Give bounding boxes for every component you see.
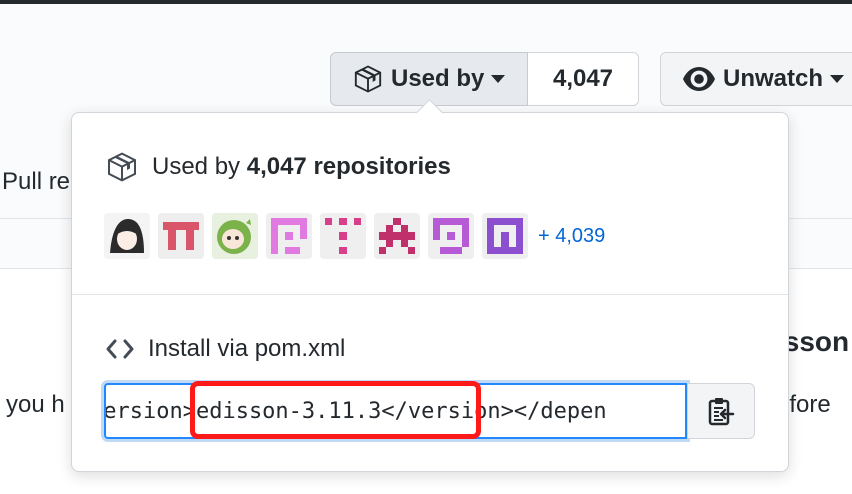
pull-requests-tab[interactable]: Pull re (2, 168, 70, 196)
unwatch-label: Unwatch (723, 65, 824, 92)
install-heading: Install via pom.xml (106, 335, 345, 363)
title-prefix: Used by (152, 153, 247, 180)
copy-button[interactable] (687, 383, 755, 439)
readme-text-left: you h (6, 391, 65, 418)
popover-divider (72, 294, 788, 295)
avatar[interactable] (266, 213, 312, 259)
avatar[interactable] (320, 213, 366, 259)
annotation-highlight-box (190, 381, 481, 439)
avatar-list: + 4,039 (104, 213, 605, 259)
top-bar (0, 0, 852, 4)
chevron-down-icon (830, 75, 845, 83)
chevron-down-icon (491, 75, 506, 83)
clipboard-icon (707, 396, 735, 426)
used-by-label: Used by (391, 65, 485, 92)
used-by-count[interactable]: 4,047 (528, 52, 639, 106)
code-icon (106, 338, 134, 360)
eye-icon (683, 66, 715, 92)
package-icon (106, 151, 138, 183)
avatar[interactable] (482, 213, 528, 259)
avatar[interactable] (158, 213, 204, 259)
avatar[interactable] (212, 213, 258, 259)
more-dependents-link[interactable]: + 4,039 (538, 225, 605, 248)
unwatch-button[interactable]: Unwatch (660, 52, 852, 106)
avatar[interactable] (374, 213, 420, 259)
avatar[interactable] (428, 213, 474, 259)
package-icon (353, 64, 383, 94)
avatar[interactable] (104, 213, 150, 259)
popover-title: Used by 4,047 repositories (106, 151, 451, 183)
install-label: Install via pom.xml (148, 335, 346, 362)
title-count: 4,047 repositories (246, 153, 451, 180)
